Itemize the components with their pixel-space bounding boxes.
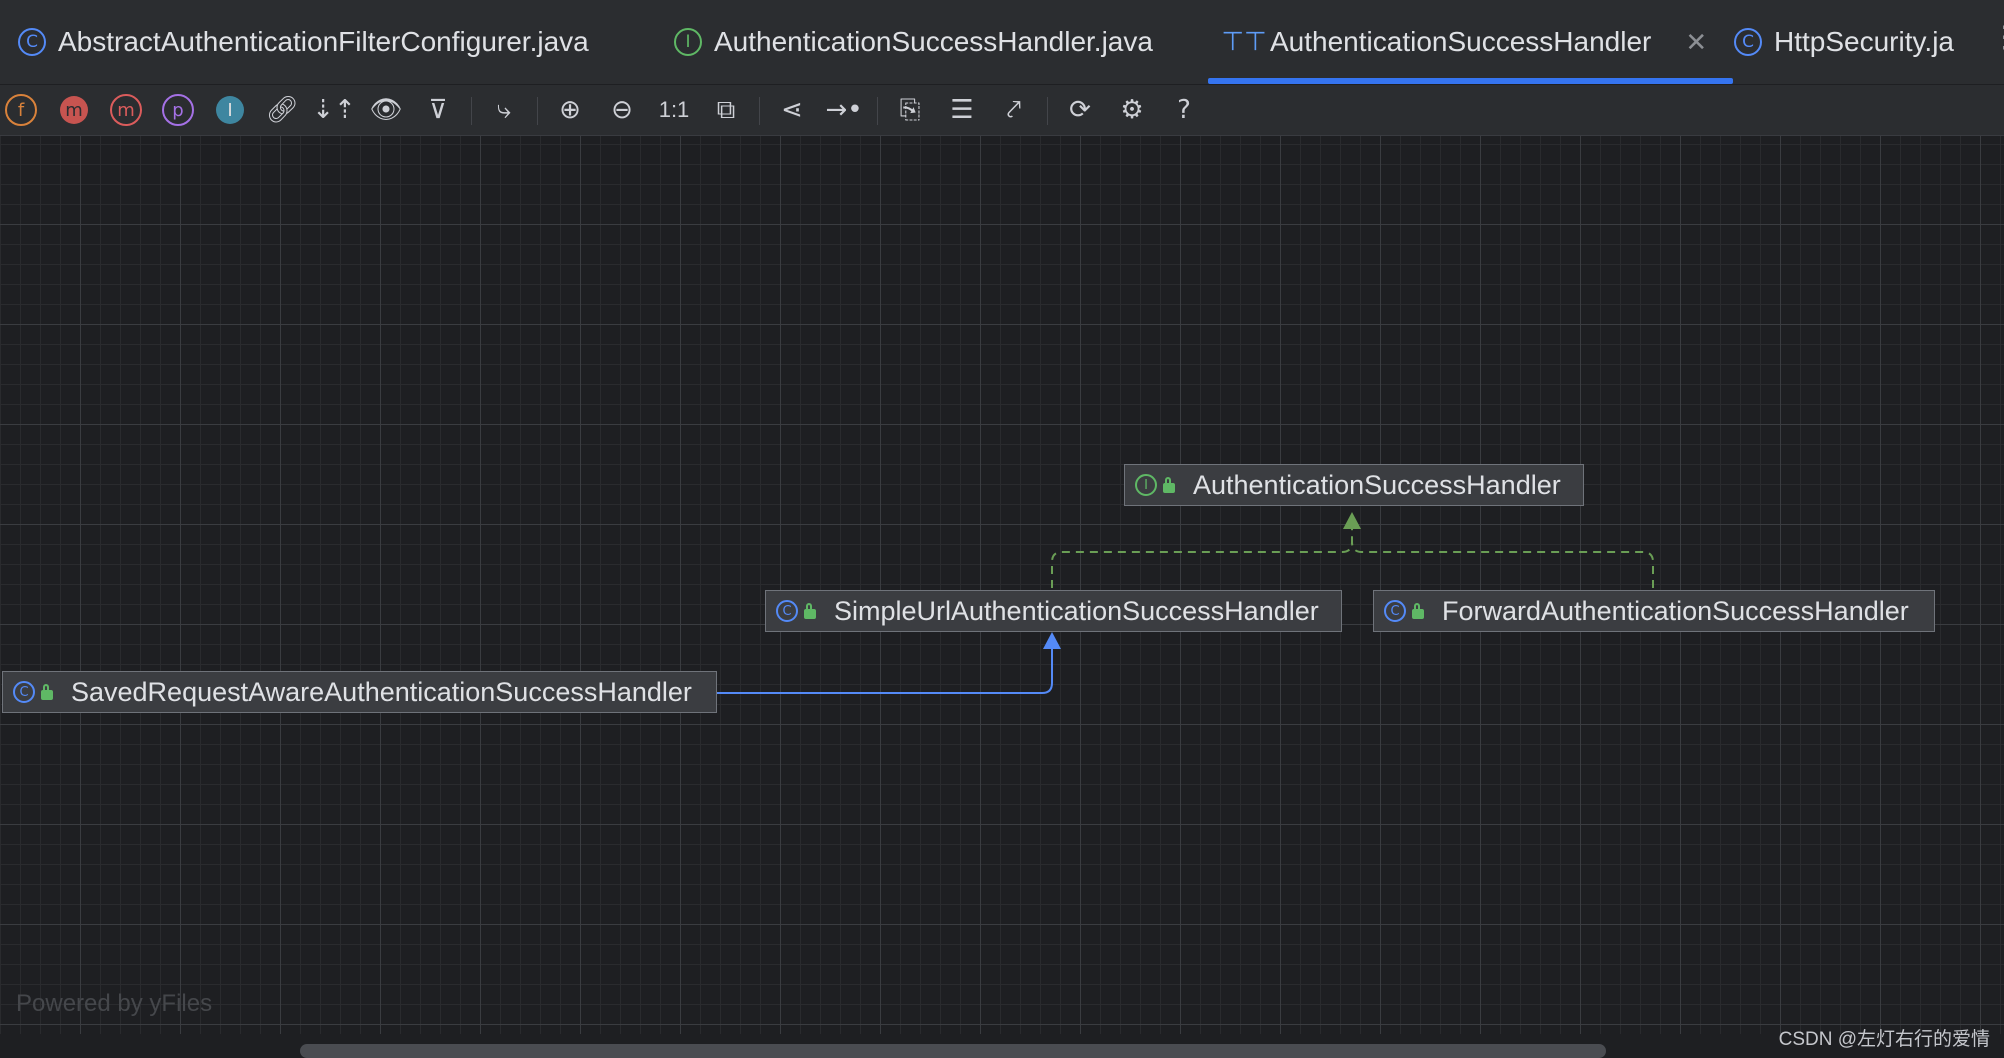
filter-button[interactable]: ⊽ [419,91,457,129]
zoom-out-icon: ⊖ [611,95,633,125]
help-icon: ? [1177,95,1191,125]
settings-button[interactable]: ⚙ [1113,91,1151,129]
editor-tab-bar: C AbstractAuthenticationFilterConfigurer… [0,0,2004,85]
implements-edge-forward [1351,541,1654,588]
sort-button[interactable]: ⇣⇡ [312,91,356,129]
toolbar-separator [877,97,878,125]
interface-icon: I [674,28,702,56]
refresh-icon: ⟳ [1069,95,1091,125]
public-lock-icon [41,684,53,700]
gear-icon: ⚙ [1120,95,1144,125]
help-button[interactable]: ? [1165,91,1203,129]
structure-button[interactable]: ☰ [943,91,981,129]
more-tabs-icon[interactable]: ⋮ [1990,20,2004,55]
zoom-out-button[interactable]: ⊖ [603,91,641,129]
class-icon: C [1734,28,1762,56]
fit-content-icon: ⧉ [716,94,736,125]
diagram-toolbar: f m m p I 🔗︎ ⇣⇡ 👁︎ ⊽ ⤷ ⊕ ⊖ 1:1 ⧉ ⋖ →• ⎘ … [0,85,2004,136]
node-label: ForwardAuthenticationSuccessHandler [1442,595,1909,626]
node-label: SavedRequestAwareAuthenticationSuccessHa… [71,676,692,707]
diagram-canvas[interactable]: I AuthenticationSuccessHandler C SimpleU… [0,136,2004,1034]
member-icon: m [60,96,88,124]
eye-icon: 👁︎ [369,95,403,125]
show-visibility-button[interactable]: 👁︎ [367,91,405,129]
node-simple-url-authentication-success-handler[interactable]: C SimpleUrlAuthenticationSuccessHandler [765,590,1342,632]
public-lock-icon [804,603,816,619]
filter-icon: ⊽ [428,95,448,125]
hierarchy-diagram-icon: ⊤⊤ [1221,27,1267,57]
route-icon: ⤷ [496,94,512,125]
fit-content-button[interactable]: ⧉ [707,91,745,129]
powered-by-label: Powered by yFiles [16,990,213,1017]
tab-abstract-authentication-filter-configurer[interactable]: C AbstractAuthenticationFilterConfigurer… [18,0,589,84]
tab-label: AuthenticationSuccessHandler.java [714,26,1153,57]
node-label: SimpleUrlAuthenticationSuccessHandler [834,595,1319,626]
edge-routing-button[interactable]: ⤷ [485,91,523,129]
class-icon: C [13,681,35,703]
tab-authentication-success-handler-diagram[interactable]: ⊤⊤ AuthenticationSuccessHandler ✕ [1207,0,1734,84]
diagram-edges [717,512,1654,694]
scrollbar-thumb[interactable] [300,1044,1606,1058]
extends-edge-saved [717,634,1053,694]
apply-layout-button[interactable]: →• [825,91,863,129]
tab-authentication-success-handler-java[interactable]: I AuthenticationSuccessHandler.java [674,0,1153,84]
layout-button[interactable]: ⋖ [773,91,811,129]
class-icon: C [776,600,798,622]
tab-label: AuthenticationSuccessHandler [1270,26,1652,57]
copy-icon: ⎘ [899,94,921,125]
tab-http-security[interactable]: C HttpSecurity.ja [1734,0,1954,84]
export-button[interactable]: ⤤ [995,91,1033,129]
tab-label: HttpSecurity.ja [1774,26,1954,57]
toolbar-separator [759,97,760,125]
sort-icon: ⇣⇡ [312,95,356,125]
node-label: AuthenticationSuccessHandler [1193,469,1561,500]
show-members-button[interactable]: m [55,91,93,129]
property-icon: p [162,94,194,126]
node-forward-authentication-success-handler[interactable]: C ForwardAuthenticationSuccessHandler [1373,590,1935,632]
dependencies-button[interactable]: 🔗︎ [263,91,301,129]
implements-edge-simple [1051,514,1353,588]
actual-size-button[interactable]: 1:1 [655,91,693,129]
show-inner-classes-button[interactable]: I [211,91,249,129]
class-icon: C [1384,600,1406,622]
class-icon: C [18,28,46,56]
node-authentication-success-handler[interactable]: I AuthenticationSuccessHandler [1124,464,1584,506]
apply-layout-icon: →• [825,95,863,125]
toolbar-separator [1047,97,1048,125]
public-lock-icon [1163,477,1175,493]
close-icon[interactable]: ✕ [1685,27,1707,58]
show-methods-button[interactable]: m [107,91,145,129]
node-saved-request-aware-authentication-success-handler[interactable]: C SavedRequestAwareAuthenticationSuccess… [2,671,717,713]
tab-label: AbstractAuthenticationFilterConfigurer.j… [58,26,589,57]
interface-icon: I [216,96,244,124]
toolbar-separator [537,97,538,125]
interface-icon: I [1135,474,1157,496]
toolbar-separator [471,97,472,125]
zoom-in-icon: ⊕ [559,95,581,125]
link-icon: 🔗︎ [265,95,299,125]
extends-arrowhead [1043,632,1061,649]
copy-diagram-button[interactable]: ⎘ [891,91,929,129]
watermark: CSDN @左灯右行的爱情 [1778,1029,1990,1050]
show-fields-button[interactable]: f [2,91,40,129]
export-icon: ⤤ [1006,94,1022,125]
implements-arrowhead [1343,512,1361,529]
method-icon: m [110,94,142,126]
show-properties-button[interactable]: p [159,91,197,129]
field-icon: f [5,94,37,126]
structure-icon: ☰ [950,95,974,125]
zoom-in-button[interactable]: ⊕ [551,91,589,129]
public-lock-icon [1412,603,1424,619]
refresh-button[interactable]: ⟳ [1061,91,1099,129]
layout-tree-icon: ⋖ [781,95,803,125]
